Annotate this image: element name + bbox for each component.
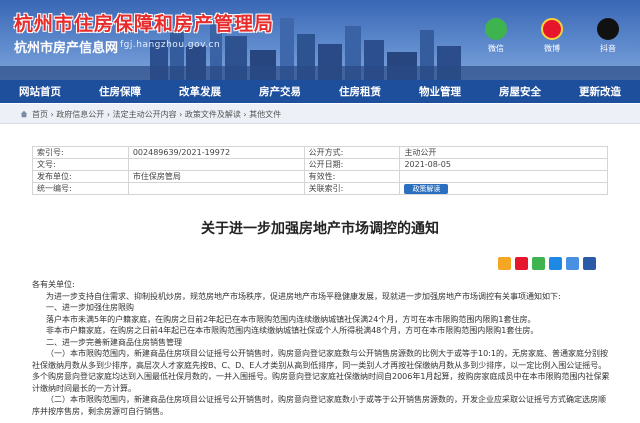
paragraph: 非本市户籍家庭，在购房之日前4年起已在本市限购范围内连续缴纳城镇社保或个人所得税… [46, 326, 539, 335]
share-wechat-icon[interactable] [532, 257, 545, 270]
meta-value: 2021-08-05 [399, 158, 608, 171]
breadcrumb[interactable]: 首页 › 政府信息公开 › 法定主动公开内容 › 政策文件及解读 › 其他文件 [32, 109, 281, 120]
meta-value: 002489639/2021-19972 [127, 146, 305, 159]
meta-key: 公开日期: [303, 158, 401, 171]
meta-value: 主动公开 [399, 146, 608, 159]
share-douban-icon[interactable] [549, 257, 562, 270]
breadcrumb-bar: 首页 › 政府信息公开 › 法定主动公开内容 › 政策文件及解读 › 其他文件 [0, 104, 640, 124]
wechat-link[interactable]: 微信 [476, 18, 516, 54]
salutation: 各有关单位: [32, 280, 75, 289]
share-bar [498, 257, 596, 270]
site-header: 杭州市住房保障和房产管理局 杭州市房产信息网 fgj.hangzhou.gov.… [0, 0, 640, 80]
meta-key: 文号: [32, 158, 129, 171]
nav-rental[interactable]: 住房租赁 [333, 84, 387, 99]
site-url: fgj.hangzhou.gov.cn [120, 40, 221, 50]
meta-value: 政策解读 [399, 182, 608, 195]
paragraph: （一）本市限购范围内，新建商品住房项目公证摇号公开销售时，购房意向登记家庭数与公… [32, 349, 610, 393]
meta-value [127, 158, 305, 171]
meta-key: 有效性: [303, 170, 401, 183]
policy-interpretation-button[interactable]: 政策解读 [404, 183, 449, 194]
nav-housing-safety[interactable]: 房屋安全 [493, 84, 547, 99]
meta-row: 统一编号: 关联索引: 政策解读 [32, 182, 608, 195]
nav-property-mgmt[interactable]: 物业管理 [413, 84, 467, 99]
share-qzone-icon[interactable] [498, 257, 511, 270]
douyin-link[interactable]: 抖音 [588, 18, 628, 54]
share-weibo-icon[interactable] [515, 257, 528, 270]
document-title: 关于进一步加强房地产市场调控的通知 [201, 221, 439, 237]
site-subtitle: 杭州市房产信息网 [14, 41, 119, 56]
nav-housing-security[interactable]: 住房保障 [93, 84, 147, 99]
section-heading: 一、进一步加强住房限购 [46, 303, 134, 312]
meta-key: 索引号: [32, 146, 129, 159]
wechat-icon [485, 18, 507, 40]
main-nav: 网站首页 住房保障 改革发展 房产交易 住房租赁 物业管理 房屋安全 更新改造 [0, 80, 640, 103]
meta-key: 发布单位: [32, 170, 129, 183]
meta-row: 索引号: 002489639/2021-19972 公开方式: 主动公开 [32, 146, 608, 159]
meta-value [399, 170, 608, 183]
meta-value: 市住保房管局 [127, 170, 305, 183]
page: 杭州市住房保障和房产管理局 杭州市房产信息网 fgj.hangzhou.gov.… [0, 0, 640, 423]
meta-key: 统一编号: [32, 182, 129, 195]
paragraph: 为进一步支持自住需求、抑制投机炒房，规范房地产市场秩序，促进房地产市场平稳健康发… [46, 291, 561, 301]
document-meta-table: 索引号: 002489639/2021-19972 公开方式: 主动公开 文号:… [32, 146, 608, 195]
site-title: 杭州市住房保障和房产管理局 [14, 13, 275, 35]
home-icon [20, 110, 28, 118]
meta-row: 文号: 公开日期: 2021-08-05 [32, 158, 608, 171]
wechat-label: 微信 [488, 44, 504, 53]
douyin-label: 抖音 [600, 44, 616, 53]
meta-row: 发布单位: 市住保房管局 有效性: [32, 170, 608, 183]
douyin-icon [597, 18, 619, 40]
weibo-icon [541, 18, 563, 40]
weibo-label: 微博 [544, 44, 560, 53]
meta-key: 公开方式: [303, 146, 401, 159]
share-renren-icon[interactable] [566, 257, 579, 270]
meta-value [127, 182, 305, 195]
section-heading: 二、进一步完善新建商品住房销售管理 [46, 337, 182, 347]
nav-home[interactable]: 网站首页 [13, 84, 67, 99]
share-more-icon[interactable] [583, 257, 596, 270]
meta-key: 关联索引: [303, 182, 401, 195]
nav-renewal[interactable]: 更新改造 [573, 84, 627, 99]
paragraph: （二）本市限购范围内，新建商品住房项目公证摇号公开销售时，购房意向登记家庭数小于… [32, 395, 606, 416]
paragraph: 落户本市未满5年的户籍家庭，在购房之日前2年起已在本市限购范围内连续缴纳城镇社保… [46, 314, 536, 324]
nav-reform[interactable]: 改革发展 [173, 84, 227, 99]
document-body: 各有关单位: 为进一步支持自住需求、抑制投机炒房，规范房地产市场秩序，促进房地产… [32, 279, 612, 417]
nav-property-trade[interactable]: 房产交易 [253, 84, 307, 99]
weibo-link[interactable]: 微博 [532, 18, 572, 54]
